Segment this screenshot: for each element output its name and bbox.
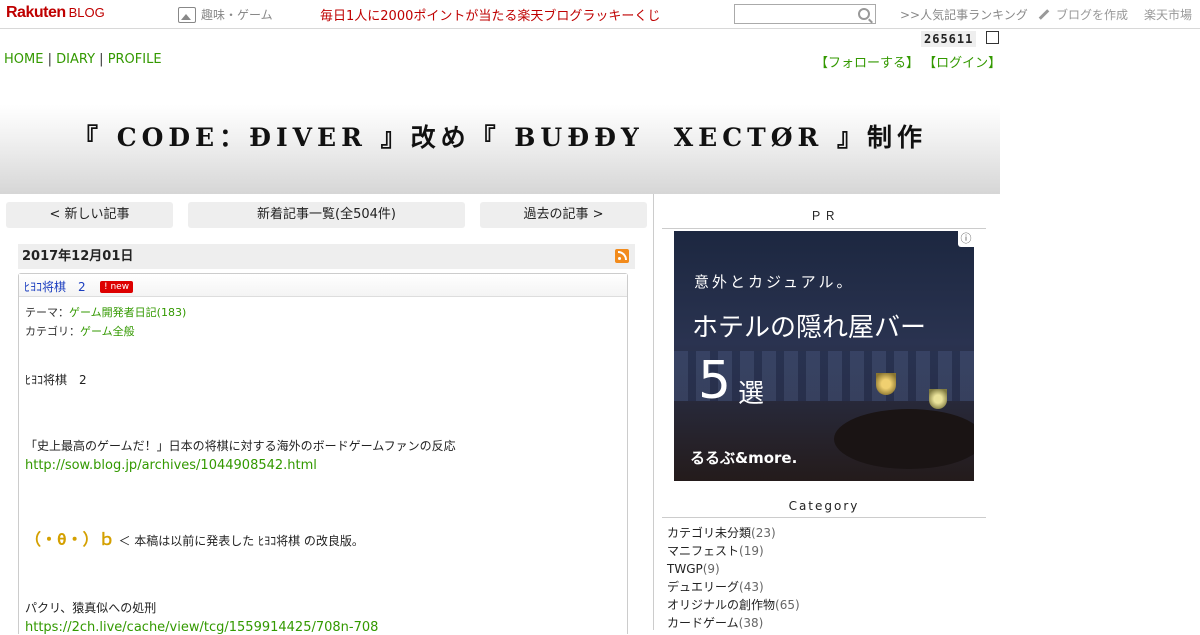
global-header: Rakuten BLOG 趣味・ゲーム 毎日1人に2000ポイントが当たる楽天ブ… <box>0 0 1200 29</box>
category-count: (19) <box>739 544 764 558</box>
entry-text: ＜ 本稿は以前に発表した ﾋﾖｺ将棋 の改良版。 <box>118 534 364 548</box>
entry-link[interactable]: https://2ch.live/cache/view/tcg/15599144… <box>25 620 378 635</box>
rakuten-ichiba-link[interactable]: 楽天市場 <box>1144 6 1192 23</box>
category-count: (38) <box>738 616 764 630</box>
category-count: (23) <box>751 526 776 540</box>
nav-separator: | <box>47 52 52 67</box>
entry-category: カテゴリ：ゲーム全般 <box>25 323 135 339</box>
category-name: TWGP <box>667 562 703 576</box>
blog-nav: HOME | DIARY | PROFILE <box>4 52 162 67</box>
create-blog-link[interactable]: ブログを作成 <box>1038 6 1128 23</box>
category-name: カードゲーム <box>667 616 739 630</box>
blog-header: 『 CODE：ĐIVER 』改め『 BUĐĐY XECTØR 』制作 <box>0 75 1000 194</box>
category-link[interactable]: ゲーム全般 <box>80 325 135 338</box>
ad-number-suffix: 選 <box>738 379 765 409</box>
search-input[interactable] <box>734 4 876 24</box>
newer-post-button[interactable]: < 新しい記事 <box>6 202 173 228</box>
theme-label: テーマ： <box>25 306 69 319</box>
category-item[interactable]: TWGP(9) <box>667 560 800 578</box>
rakuten-blog-logo[interactable]: Rakuten BLOG <box>6 4 105 24</box>
new-badge-label: new <box>110 282 130 292</box>
category-item[interactable]: カードゲーム(38) <box>667 614 800 632</box>
entry-text: パクリ、猿真似への処刑 <box>25 601 157 615</box>
logo-product: BLOG <box>68 5 105 20</box>
counter-graph-icon[interactable] <box>986 31 999 44</box>
category-name: オリジナルの創作物 <box>667 598 776 612</box>
category-item[interactable]: デュエリーグ(43) <box>667 578 800 596</box>
category-item[interactable]: オリジナルの創作物(65) <box>667 596 800 614</box>
ad-banner[interactable]: 意外とカジュアル。 ホテルの隠れ屋バー 5 選 るるぶ&more. ⓘ <box>674 231 974 481</box>
sidebar: ＰＲ 意外とカジュアル。 ホテルの隠れ屋バー 5 選 るるぶ&more. ⓘ C… <box>654 194 1000 630</box>
entry-title[interactable]: ﾋﾖｺ将棋 2 <box>24 278 86 295</box>
entry-link[interactable]: http://sow.blog.jp/archives/1044908542.h… <box>25 458 317 473</box>
ad-number: 5 <box>698 351 732 411</box>
category-name: デュエリーグ <box>667 580 740 594</box>
ad-subtitle: 意外とカジュアル。 <box>694 273 855 291</box>
category-heading: Category <box>662 499 986 518</box>
ad-brand-logo: るるぶ&more. <box>690 449 798 467</box>
create-blog-label: ブログを作成 <box>1056 8 1129 22</box>
new-badge: ! new <box>100 281 134 293</box>
nav-separator: | <box>99 52 104 67</box>
blog-entry: ﾋﾖｺ将棋 2 ! new テーマ：ゲーム開発者日記(183) カテゴリ：ゲーム… <box>18 273 628 635</box>
search-icon[interactable] <box>858 8 870 20</box>
genre-link[interactable]: 趣味・ゲーム <box>178 6 273 23</box>
ad-table-image <box>834 409 974 469</box>
category-list: カテゴリ未分類(23) マニフェスト(19) TWGP(9) デュエリーグ(43… <box>667 524 800 632</box>
login-link[interactable]: 【ログイン】 <box>923 56 1001 71</box>
theme-link[interactable]: ゲーム開発者日記(183) <box>69 306 186 319</box>
pencil-icon <box>1038 9 1050 20</box>
follow-link[interactable]: 【フォローする】 <box>815 56 919 71</box>
main-column: < 新しい記事 新着記事一覧(全504件) 過去の記事 > 2017年12月01… <box>0 194 654 635</box>
ranking-link[interactable]: >>人気記事ランキング <box>900 6 1028 23</box>
entry-date-bar: 2017年12月01日 <box>18 244 635 269</box>
ad-glass-image <box>929 389 947 409</box>
category-count: (9) <box>702 562 720 576</box>
logo-brand: Rakuten <box>6 4 66 21</box>
category-name: カテゴリ未分類 <box>667 526 752 540</box>
user-actions: 【フォローする】 【ログイン】 <box>815 52 1001 71</box>
nav-diary[interactable]: DIARY <box>56 52 95 67</box>
access-counter: 265611 <box>921 31 977 47</box>
ad-headline: ホテルの隠れ屋バー <box>692 313 927 343</box>
ad-info-icon[interactable]: ⓘ <box>958 231 974 247</box>
entry-date: 2017年12月01日 <box>22 249 134 264</box>
rss-icon[interactable] <box>615 249 629 263</box>
category-count: (43) <box>739 580 764 594</box>
lottery-link[interactable]: 毎日1人に2000ポイントが当たる楽天ブログラッキーくじ <box>320 5 660 24</box>
nav-home[interactable]: HOME <box>4 52 43 67</box>
entry-text: 「史上最高のゲームだ！」日本の将棋に対する海外のボードゲームファンの反応 <box>25 439 456 453</box>
entry-text-row: （・θ・）ｂ ＜ 本稿は以前に発表した ﾋﾖｺ将棋 の改良版。 <box>25 526 364 550</box>
category-label: カテゴリ： <box>25 325 80 338</box>
blog-title[interactable]: 『 CODE：ĐIVER 』改め『 BUĐĐY XECTØR 』制作 <box>0 118 1000 154</box>
entry-title-row: ﾋﾖｺ将棋 2 ! new <box>19 274 627 297</box>
category-item[interactable]: カテゴリ未分類(23) <box>667 524 800 542</box>
pr-heading: ＰＲ <box>662 207 986 229</box>
category-name: マニフェスト <box>667 544 740 558</box>
entry-theme: テーマ：ゲーム開発者日記(183) <box>25 304 186 320</box>
entry-text: ﾋﾖｺ将棋 2 <box>25 373 87 387</box>
genre-label: 趣味・ゲーム <box>201 8 273 22</box>
ad-glass-image <box>876 373 896 395</box>
post-list-button[interactable]: 新着記事一覧(全504件) <box>188 202 465 228</box>
emoticon-text: （・θ・）ｂ <box>25 530 115 549</box>
image-icon <box>178 6 196 23</box>
category-count: (65) <box>775 598 800 612</box>
nav-profile[interactable]: PROFILE <box>108 52 162 67</box>
category-item[interactable]: マニフェスト(19) <box>667 542 800 560</box>
older-post-button[interactable]: 過去の記事 > <box>480 202 647 228</box>
